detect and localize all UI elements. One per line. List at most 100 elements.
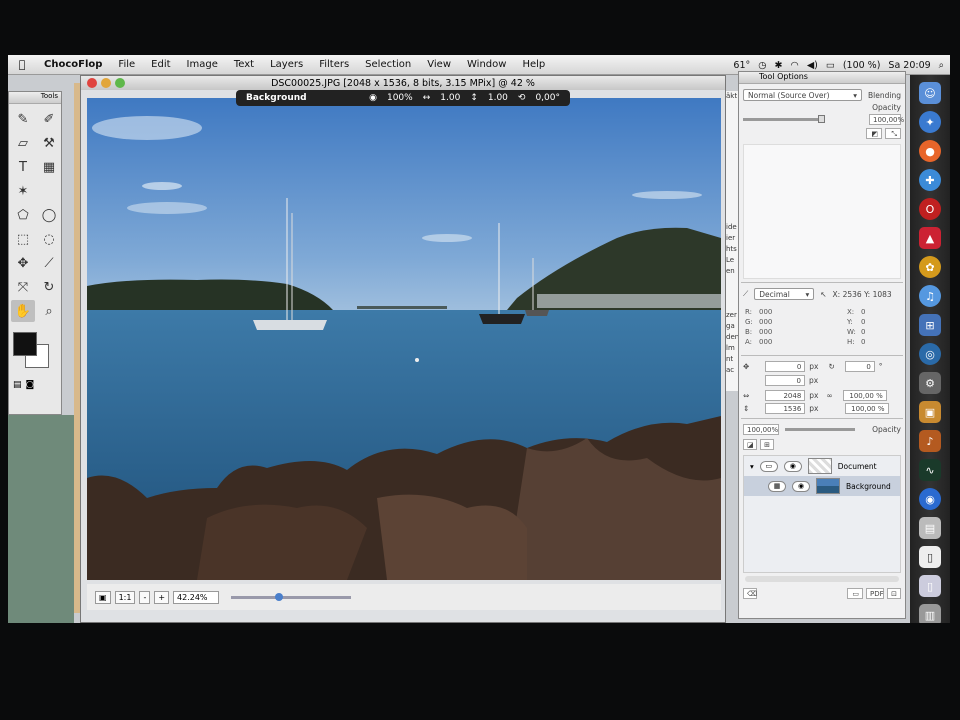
magic-wand-tool-icon[interactable]: ✶	[11, 180, 35, 202]
transform-tool-icon[interactable]: ⤧	[11, 276, 35, 298]
menu-image[interactable]: Image	[179, 59, 226, 70]
finder-icon[interactable]: ☺	[919, 82, 941, 104]
itunes-icon[interactable]: ♫	[919, 285, 941, 307]
pdf-button[interactable]: PDF	[866, 588, 884, 599]
actual-size-button[interactable]: 1:1	[114, 590, 136, 604]
firefox-icon[interactable]: ●	[919, 140, 941, 162]
bluetooth-icon[interactable]: ✱	[775, 60, 783, 71]
width-percent-field[interactable]: 100,00 %	[842, 390, 887, 401]
utility-icon[interactable]: ◉	[919, 488, 941, 510]
safari-icon[interactable]: ✦	[919, 111, 941, 133]
temperature-readout[interactable]: 61°	[733, 60, 750, 71]
new-folder-icon[interactable]: ▭	[847, 588, 863, 599]
rotation-field[interactable]: 0	[844, 361, 875, 372]
battery-percent[interactable]: (100 %)	[843, 60, 881, 71]
address-book-icon[interactable]: ▣	[919, 401, 941, 423]
opera-icon[interactable]: O	[919, 198, 941, 220]
screen-mode-icon[interactable]: ▤	[13, 380, 22, 390]
layer-row-document[interactable]: ▾ ▭ ◉ Document	[744, 456, 900, 476]
offset-x-field[interactable]: 0	[765, 361, 806, 372]
menu-file[interactable]: File	[110, 59, 143, 70]
rotate-tool-icon[interactable]: ↻	[37, 276, 61, 298]
link-icon[interactable]: ∞	[827, 391, 833, 400]
eraser-tool-icon[interactable]: ▱	[11, 132, 35, 154]
lasso-tool-icon[interactable]: ◯	[37, 204, 61, 226]
trash-icon[interactable]: ⌫	[743, 588, 757, 599]
rect-select-tool-icon[interactable]: ⬚	[11, 228, 35, 250]
garageband-icon[interactable]: ♪	[919, 430, 941, 452]
system-preferences-icon[interactable]: ⚙	[919, 372, 941, 394]
gradient-tool-icon[interactable]: ▦	[37, 156, 61, 178]
ellipse-select-tool-icon[interactable]: ◌	[37, 228, 61, 250]
close-button[interactable]	[87, 78, 97, 88]
time-machine-icon[interactable]: ◎	[919, 343, 941, 365]
pencil-tool-icon[interactable]: ✐	[37, 108, 61, 130]
layer-opacity-field[interactable]: 100,00%	[743, 424, 779, 435]
wifi-icon[interactable]: ◠	[791, 60, 799, 71]
visibility-eye-icon[interactable]: ◉	[783, 460, 802, 472]
menu-window[interactable]: Window	[459, 59, 514, 70]
activity-monitor-icon[interactable]: ∿	[919, 459, 941, 481]
spaces-icon[interactable]: ⊞	[919, 314, 941, 336]
layer-mask-icon[interactable]: ◪	[743, 439, 757, 450]
chocoflop-icon[interactable]: ✿	[919, 256, 941, 278]
zoom-out-button[interactable]: -	[139, 590, 151, 604]
menu-text[interactable]: Text	[226, 59, 262, 70]
offset-y-field[interactable]: 0	[765, 375, 805, 386]
opacity-slider-knob[interactable]	[818, 115, 825, 123]
eyedropper-tool-icon[interactable]: ⟋	[37, 252, 61, 274]
zoom-field[interactable]: 42.24%	[173, 590, 220, 604]
lock-icon[interactable]: ▦	[768, 480, 786, 492]
trash-icon[interactable]: ▥	[919, 604, 941, 623]
foreground-color-swatch[interactable]	[13, 332, 37, 356]
zoom-slider[interactable]	[231, 592, 352, 601]
image-canvas[interactable]	[87, 98, 721, 580]
zoom-slider-knob[interactable]	[275, 592, 284, 601]
apple-menu-icon[interactable]: 	[8, 58, 36, 71]
hud-scale-y[interactable]: 1.00	[488, 93, 508, 103]
opacity-slider[interactable]	[743, 115, 825, 123]
polygon-lasso-tool-icon[interactable]: ⬠	[11, 204, 35, 226]
text-tool-icon[interactable]: T	[11, 156, 35, 178]
disclosure-icon[interactable]: ▾	[750, 462, 754, 471]
brush-options-icon[interactable]: ⤡	[885, 128, 901, 139]
layer-opacity-slider[interactable]	[785, 428, 855, 431]
width-field[interactable]: 2048	[765, 390, 806, 401]
stamp-tool-icon[interactable]: ⚒	[37, 132, 61, 154]
layer-row-background[interactable]: ▦ ◉ Background	[744, 476, 900, 496]
zoom-button[interactable]	[115, 78, 125, 88]
eye-icon[interactable]: ◉	[369, 93, 377, 103]
clock[interactable]: Sa 20:09	[888, 60, 930, 71]
visibility-eye-icon[interactable]: ◉	[792, 480, 810, 492]
preview-icon[interactable]: ▲	[919, 227, 941, 249]
menu-edit[interactable]: Edit	[143, 59, 178, 70]
document-icon[interactable]: ▤	[919, 517, 941, 539]
hud-scale-x[interactable]: 1.00	[440, 93, 460, 103]
move-tool-icon[interactable]: ✥	[11, 252, 35, 274]
time-machine-icon[interactable]: ◷	[758, 60, 766, 71]
app-menu[interactable]: ChocoFlop	[36, 59, 110, 70]
minimize-button[interactable]	[101, 78, 111, 88]
zoom-tool-icon[interactable]: ⌕	[37, 300, 61, 322]
hud-zoom[interactable]: 100%	[387, 93, 413, 103]
info-mode-select[interactable]: Decimal ▾	[754, 288, 815, 300]
spotlight-icon[interactable]: ⌕	[939, 60, 944, 71]
blend-mode-select[interactable]: Normal (Source Over) ▾	[743, 89, 863, 101]
brush-preset-icon[interactable]: ◩	[866, 128, 882, 139]
menu-selection[interactable]: Selection	[357, 59, 419, 70]
hand-tool-icon[interactable]: ✋	[11, 300, 35, 322]
volume-icon[interactable]: ◀)	[807, 60, 818, 71]
height-field[interactable]: 1536	[765, 403, 806, 414]
layers-scrollbar[interactable]	[745, 576, 899, 582]
new-layer-icon[interactable]: ⊡	[887, 588, 901, 599]
network-icon[interactable]: ✚	[919, 169, 941, 191]
menu-help[interactable]: Help	[514, 59, 553, 70]
menu-view[interactable]: View	[419, 59, 459, 70]
layer-grid-icon[interactable]: ⊞	[760, 439, 774, 450]
fit-screen-button[interactable]: ▣	[95, 590, 111, 604]
file-icon[interactable]: ▯	[919, 546, 941, 568]
zoom-in-button[interactable]: +	[154, 590, 170, 604]
menu-layers[interactable]: Layers	[262, 59, 311, 70]
menu-filters[interactable]: Filters	[311, 59, 357, 70]
opacity-field[interactable]: 100,00%	[869, 114, 904, 125]
